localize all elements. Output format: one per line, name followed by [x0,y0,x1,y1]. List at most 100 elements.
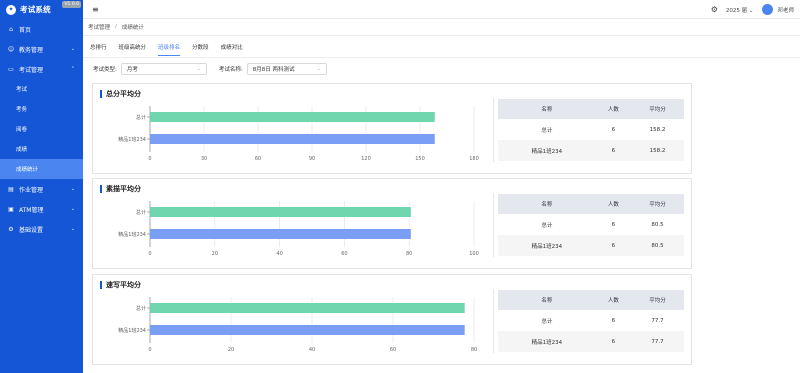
column-header: 人数 [595,290,632,310]
tab[interactable]: 分数段 [192,43,209,56]
table-cell: 精品1班234 [498,331,596,352]
monitor-icon: ▭ [8,65,14,73]
tab[interactable]: 总排行 [90,43,107,56]
sidebar-item-label: 考试管理 [19,66,44,74]
bar-chart: 0 30 60 90 120 150 180 总计精品1班234 [118,106,479,162]
divider [493,289,494,353]
chevron-icon: ⌃ [70,66,75,72]
x-tick-label: 80 [406,251,412,257]
tab[interactable]: 成绩对比 [221,43,243,56]
x-tick-label: 150 [415,156,425,162]
x-tick-label: 0 [148,156,151,162]
tab[interactable]: 班级排名 [158,43,181,56]
gear-icon: ⚙ [8,225,14,233]
x-tick-label: 180 [469,156,479,162]
chevron-down-icon: ⌄ [196,66,201,72]
top-bar: ≡ ⚙ 2025 届 ⌄ 邓老师 [83,0,800,19]
column-header: 平均分 [631,194,684,214]
home-icon: ⌂ [9,25,13,33]
app-logo: ✦ 考试系统 V1.0.0 [0,0,83,19]
bar[interactable] [150,325,465,335]
exam-name-select[interactable]: 8月8日 两科测试 ⌄ [246,63,327,75]
table-cell: 80.5 [651,221,664,228]
category-label: 总计 [136,114,146,121]
sidebar-item-label: 成绩统计 [16,167,39,173]
sidebar-subitem[interactable]: 阅卷 [0,119,83,139]
main-content: 总排行 班级高统分 班级排名 分数段 成绩对比 考试类型: 月考 ⌄ 考试名称: 8月8… [83,36,800,373]
sidebar-subitem[interactable]: 考试 [0,79,83,99]
category-label: 精品1班234 [118,327,146,334]
stats-card: 素描平均分 0 20 40 60 80 100 总计 精品1班234 名称 人数 平均分 总计 6 80.5… [92,178,692,269]
sidebar-subitem[interactable]: 成绩 [0,139,83,159]
sidebar-item[interactable]: ▣ ATM管理 ⌄ [0,199,83,219]
logo-icon: ✦ [6,4,16,15]
sidebar-item-label: 阅卷 [16,127,28,133]
term-select[interactable]: 2025 届 ⌄ [726,6,754,14]
bar[interactable] [150,207,411,217]
bar-chart: 0 20 40 60 80 100 总计精品1班234 [118,201,479,257]
bar[interactable] [150,134,435,144]
breadcrumb: 考试管理 / 成绩统计 [83,19,800,36]
exam-type-select[interactable]: 月考 ⌄ [120,63,207,75]
x-tick-label: 30 [201,156,207,162]
menu-toggle-icon[interactable]: ≡ [92,5,99,14]
stats-table: 名称 人数 平均分 总计 6 80.5 精品1班234 6 80.5 [498,194,684,256]
stats-table: 名称 人数 平均分 总计 6 77.7 精品1班234 6 77.7 [498,290,684,352]
avatar[interactable] [762,4,774,15]
exam-name-value: 8月8日 两科测试 [252,67,295,73]
table-cell: 精品1班234 [498,140,596,161]
x-tick-label: 0 [148,347,151,353]
tab[interactable]: 班级高统分 [119,43,147,56]
sidebar-item-label: ATM管理 [19,206,44,214]
filter-bar: 考试类型: 月考 ⌄ 考试名称: 8月8日 两科测试 ⌄ [93,63,327,75]
sidebar-item[interactable]: ▭ 考试管理 ⌃ [0,59,83,79]
stats-card: 速写平均分 0 20 40 60 80 总计 精品1班234 名称 人数 平均分 总计 6 77.7 精品1… [92,274,692,365]
divider [493,98,494,162]
table-cell: 6 [611,317,616,324]
breadcrumb-item[interactable]: 考试管理 [88,23,110,31]
sidebar-item[interactable]: ⚙ 基础设置 ⌄ [0,219,83,239]
sidebar-item-label: 考试 [16,87,28,93]
x-tick-label: 60 [341,251,347,257]
table-cell: 80.5 [631,235,684,256]
sidebar-item[interactable]: ☺ 教务管理 ⌄ [0,39,83,59]
x-tick-label: 40 [276,251,282,257]
sidebar-menu: ⌂ 首页 ☺ 教务管理 ⌄ ▭ 考试管理 ⌃ 考试考务阅卷成绩成绩统计 ▤ 作业管理 ⌄ ▣ ATM管理 ⌄… [0,19,83,239]
table-row: 总计 6 80.5 [498,214,684,235]
x-tick-label: 60 [390,347,396,353]
table-cell: 6 [611,126,616,133]
breadcrumb-separator: / [115,24,117,30]
sidebar-item-label: 基础设置 [19,226,44,234]
sidebar-item[interactable]: ⌂ 首页 [0,19,83,39]
sidebar-item[interactable]: ▤ 作业管理 ⌄ [0,179,83,199]
table-cell: 6 [611,221,616,228]
bar[interactable] [150,303,465,313]
x-tick-label: 100 [469,251,479,257]
app-title: 考试系统 [20,5,51,14]
x-tick-label: 80 [471,347,477,353]
bar[interactable] [150,229,411,239]
stats-card: 总分平均分 0 30 60 90 120 150 180 总计 精品1班234 名称 人数 平均分 总计 6… [92,83,692,174]
breadcrumb-item: 成绩统计 [121,25,144,31]
category-label: 总计 [136,305,146,312]
bar[interactable] [150,112,435,122]
chevron-icon: ⌄ [70,186,75,192]
x-tick-label: 20 [228,347,234,353]
sidebar-subitem[interactable]: 成绩统计 [0,159,83,179]
exam-name-label: 考试名称: [218,67,243,73]
sidebar-subitem[interactable]: 考务 [0,99,83,119]
table-header-row: 名称 人数 平均分 [498,194,684,214]
user-name[interactable]: 邓老师 [777,6,794,14]
x-tick-label: 120 [361,156,371,162]
settings-icon[interactable]: ⚙ [711,5,718,14]
sidebar-item-label: 教务管理 [19,46,44,54]
table-row: 总计 6 158.2 [498,119,684,140]
table-cell: 158.2 [649,126,666,133]
tab-divider [83,57,800,58]
column-header: 平均分 [631,290,684,310]
atm-icon: ▣ [8,205,14,213]
homework-icon: ▤ [8,185,14,193]
stats-table: 名称 人数 平均分 总计 6 158.2 精品1班234 6 158.2 [498,99,684,161]
table-header-row: 名称 人数 平均分 [498,99,684,119]
sidebar-item-label: 成绩 [16,147,28,153]
